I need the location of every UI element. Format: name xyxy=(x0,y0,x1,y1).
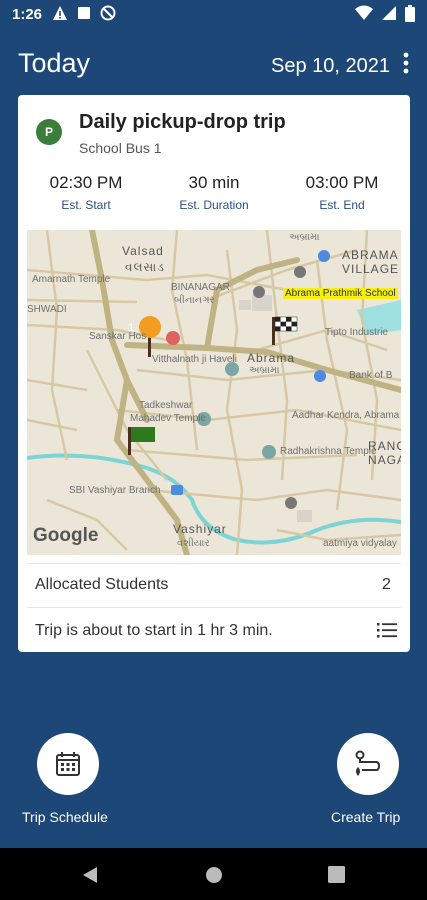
map-label-sanskar: Sanskar Hos xyxy=(89,331,147,342)
map-label-valsad: Valsad xyxy=(122,244,164,258)
map-label-tadkeshwar: Tadkeshwar xyxy=(139,400,193,411)
map-label-abrama-village-guj: અબ્રામા xyxy=(289,232,320,243)
est-duration: 30 min Est. Duration xyxy=(154,173,274,212)
est-duration-value: 30 min xyxy=(188,173,240,192)
calendar-icon xyxy=(56,752,80,776)
map-label-mahadev: Mahadev Temple xyxy=(130,413,206,424)
map-label-valsad-guj: વલસાડ xyxy=(125,260,165,274)
recents-icon[interactable] xyxy=(328,866,345,883)
map-label-binanagar-guj: બીનાનગર xyxy=(174,295,215,306)
app-header: Today Sep 10, 2021 xyxy=(0,40,427,90)
map-label-school: Abrama Prathmik School xyxy=(283,288,398,299)
map-label-abrama: Abrama xyxy=(247,351,296,365)
map-label-binanagar: BINANAGAR xyxy=(171,282,230,293)
map-label-abrama-guj: અબ્રામા xyxy=(249,365,280,376)
more-vert-icon[interactable] xyxy=(400,52,412,74)
map-label-ranch: RANCH xyxy=(368,439,401,453)
square-icon xyxy=(78,7,90,19)
map-label-amarnath: Amarnath Temple xyxy=(32,274,111,285)
map-label-sbi: SBI Vashiyar Branch xyxy=(69,485,161,496)
map-label-vashiyar: Vashiyar xyxy=(173,522,227,536)
trip-status-text: Trip is about to start in 1 hr 3 min. xyxy=(35,622,273,639)
est-duration-label: Est. Duration xyxy=(179,198,249,212)
est-end-value: 03:00 PM xyxy=(305,173,379,192)
map-label-shwadi: SHWADI xyxy=(27,304,67,315)
trip-title: Daily pickup-drop trip xyxy=(79,111,286,133)
battery-icon xyxy=(405,5,415,22)
route-icon xyxy=(355,750,381,776)
create-trip-button[interactable] xyxy=(337,733,399,795)
est-start-value: 02:30 PM xyxy=(49,173,123,192)
allocated-students-count: 2 xyxy=(382,576,391,593)
map-label-bank: Bank of B xyxy=(349,370,393,381)
home-icon[interactable] xyxy=(205,866,223,884)
warning-icon xyxy=(53,6,67,20)
map-label-aadhar: Aadhar Kendra, Abrama xyxy=(292,410,400,421)
status-notification-icons xyxy=(52,5,116,21)
route-map[interactable]: 1 Valsad વલસાડ ABRAMA VILLAGE અબ્રામા BI… xyxy=(27,230,401,555)
trip-type-badge: P xyxy=(36,119,62,145)
est-start: 02:30 PM Est. Start xyxy=(26,173,146,212)
page-title: Today xyxy=(18,48,91,78)
est-start-label: Est. Start xyxy=(61,198,111,212)
trip-schedule-label[interactable]: Trip Schedule xyxy=(22,809,108,825)
map-label-radhakrishna: Radhakrishna Temple xyxy=(280,446,377,457)
wifi-icon xyxy=(355,5,373,20)
status-time: 1:26 xyxy=(12,6,43,23)
map-label-vidyalay: aatmiya vidyalay xyxy=(323,538,397,549)
divider xyxy=(27,563,401,564)
map-label-abrama-village: ABRAMA xyxy=(342,248,399,262)
trip-schedule-button[interactable] xyxy=(37,733,99,795)
status-bar: 1:26 xyxy=(0,0,427,30)
map-label-vitthalnath: Vitthalnath ji Haveli xyxy=(152,354,237,365)
trip-bus-name: School Bus 1 xyxy=(79,140,162,156)
divider xyxy=(27,607,401,608)
create-trip-label[interactable]: Create Trip xyxy=(331,809,400,825)
map-label-abrama-village-2: VILLAGE xyxy=(342,262,400,276)
back-icon[interactable] xyxy=(82,866,98,884)
google-logo: Google xyxy=(33,525,99,546)
est-end: 03:00 PM Est. End xyxy=(282,173,402,212)
map-label-tipto: Tipto Industrie xyxy=(325,327,388,338)
signal-icon xyxy=(382,6,396,20)
allocated-students-label: Allocated Students xyxy=(35,576,169,593)
date-selector[interactable]: Sep 10, 2021 xyxy=(271,55,390,78)
est-end-label: Est. End xyxy=(319,198,365,212)
map-label-nagar: NAGAR xyxy=(368,453,401,467)
status-system-icons xyxy=(355,5,415,22)
list-icon[interactable] xyxy=(377,622,397,638)
trip-card[interactable]: P Daily pickup-drop trip School Bus 1 02… xyxy=(18,95,410,652)
do-not-disturb-icon xyxy=(100,5,116,21)
system-nav-bar xyxy=(0,848,427,900)
map-label-vashiyar-guj: વશીયાર xyxy=(177,538,210,549)
